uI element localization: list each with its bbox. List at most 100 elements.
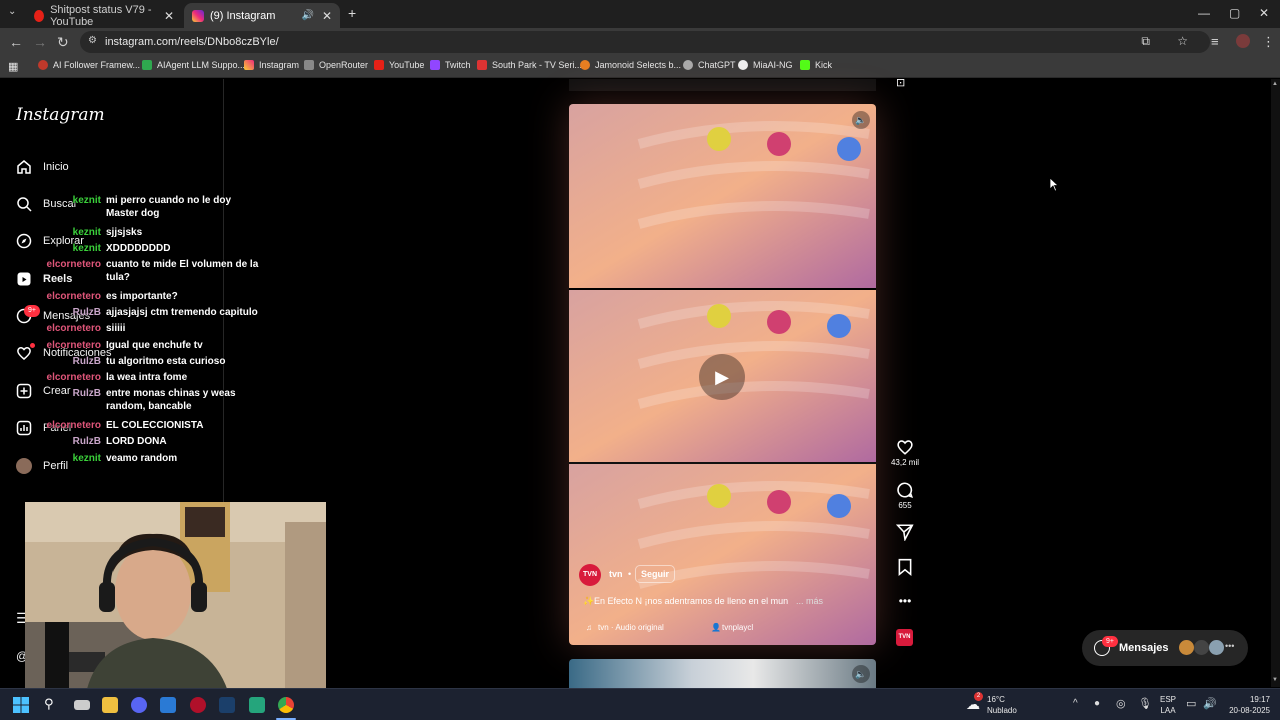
play-icon[interactable]: ▶ — [699, 354, 745, 400]
bookmark-icon — [898, 558, 912, 576]
close-window-icon[interactable]: ✕ — [1259, 6, 1269, 20]
bookmark-star-icon[interactable]: ☆ — [1177, 34, 1188, 48]
chat-message: elcornetero siiiii — [46, 323, 126, 334]
bookmark-item[interactable]: South Park - TV Seri... — [477, 60, 582, 70]
bookmark-item[interactable]: Twitch — [430, 60, 471, 70]
streamer-webcam — [25, 502, 326, 698]
reel-options-icon[interactable]: ⊡ — [896, 76, 905, 89]
address-bar[interactable]: ⚙ instagram.com/reels/DNbo8czBYle/ ⧉ ☆ — [80, 31, 1210, 53]
language-bottom[interactable]: LAA — [1158, 706, 1178, 716]
bookmark-item[interactable]: YouTube — [374, 60, 424, 70]
reload-icon[interactable]: ↻ — [57, 34, 69, 51]
sparkle-icon: ✨ — [583, 596, 595, 606]
nav-inicio[interactable]: Inicio — [15, 155, 69, 179]
language-top[interactable]: ESP — [1158, 695, 1178, 705]
weather-alert-badge: 2 — [974, 692, 983, 701]
bookmark-item[interactable]: Kick — [800, 60, 832, 70]
reel-video[interactable]: 🔈 ▶ TVN tvn • Seguir ✨ En Efecto N ¡nos … — [569, 104, 876, 645]
caption-more-link[interactable]: ... más — [796, 596, 823, 606]
avatar — [1209, 640, 1224, 655]
follow-button[interactable]: Seguir — [635, 565, 676, 583]
terminal-app-icon[interactable] — [249, 697, 265, 713]
save-button[interactable] — [890, 558, 920, 578]
account-name[interactable]: tvn — [609, 569, 623, 579]
chat-message: keznit veamo random — [72, 453, 178, 464]
bookmark-item[interactable]: Instagram — [244, 60, 299, 70]
tab-youtube[interactable]: Shitpost status V79 - YouTube ✕ — [26, 3, 182, 28]
forward-icon[interactable]: → — [33, 34, 47, 50]
site-info-icon[interactable]: ⚙ — [88, 35, 97, 46]
messages-pill[interactable]: 9+ Mensajes ••• — [1082, 630, 1248, 666]
maximize-icon[interactable]: ▢ — [1229, 6, 1240, 20]
steam-icon[interactable] — [219, 697, 235, 713]
windows-start-icon[interactable] — [13, 697, 29, 713]
comment-icon — [897, 482, 913, 498]
cast-icon[interactable]: ⧉ — [1141, 34, 1150, 49]
audio-toggle-icon[interactable]: 🔈 — [852, 111, 870, 129]
tab-instagram[interactable]: (9) Instagram 🔊 ✕ — [184, 3, 340, 28]
chrome-icon[interactable] — [278, 697, 294, 713]
menu-kebab-icon[interactable]: ⋮ — [1262, 34, 1275, 50]
music-note-icon: ♫ — [586, 623, 592, 632]
messages-badge: 9+ — [1102, 636, 1118, 647]
heart-icon — [897, 440, 913, 455]
new-tab-icon[interactable]: + — [348, 5, 356, 21]
file-explorer-icon[interactable] — [102, 697, 118, 713]
tab-title: Shitpost status V79 - YouTube — [50, 3, 152, 28]
close-tab-icon[interactable]: ✕ — [322, 9, 332, 23]
network-icon[interactable]: ▭ — [1186, 697, 1196, 710]
comment-button[interactable]: 655 — [890, 481, 920, 510]
weather-desc: Nublado — [987, 706, 1017, 715]
microphone-icon[interactable]: 🎙 — [1138, 697, 1152, 710]
chat-message: elcornetero cuanto te mide El volumen de … — [46, 259, 259, 283]
tray-overflow-icon[interactable]: ^ — [1073, 698, 1078, 709]
messages-label: Mensajes — [1119, 642, 1169, 654]
bookmark-item[interactable]: MiaAI-NG — [738, 60, 793, 70]
tab-title: (9) Instagram — [210, 9, 276, 22]
vscode-icon[interactable] — [160, 697, 176, 713]
stream-chat-overlay: keznit mi perro cuando no le doy Master d… — [0, 194, 280, 474]
speaker-icon[interactable]: 🔊 — [302, 10, 314, 21]
page-scrollbar[interactable]: ▲ ▼ — [1271, 79, 1280, 687]
back-icon[interactable]: ← — [9, 34, 23, 50]
send-icon — [895, 524, 914, 542]
next-reel-preview[interactable]: 🔈 — [569, 659, 876, 688]
share-button[interactable] — [890, 523, 920, 543]
minimize-icon[interactable]: — — [1198, 6, 1210, 20]
chat-message: keznit XDDDDDDDD — [72, 243, 171, 254]
apps-grid-icon[interactable]: ▦ — [8, 60, 18, 73]
audio-toggle-icon[interactable]: 🔈 — [852, 665, 870, 683]
tray-app-icon[interactable]: ● — [1094, 698, 1100, 709]
like-button[interactable]: 43,2 mil — [890, 438, 920, 467]
audio-attribution[interactable]: tvn · Audio original — [598, 623, 664, 632]
audio-thumbnail[interactable]: TVN — [896, 629, 913, 646]
bookmark-item[interactable]: AIAgent LLM Suppo... — [142, 60, 245, 70]
task-view-icon[interactable] — [74, 700, 90, 710]
bookmark-item[interactable]: AI Follower Framew... — [38, 60, 140, 70]
bookmark-item[interactable]: ChatGPT — [683, 60, 736, 70]
media-control-icon[interactable]: ≡ — [1211, 34, 1219, 49]
clock-date[interactable]: 20-08-2025 — [1222, 706, 1270, 716]
volume-icon[interactable]: 🔊 — [1203, 697, 1217, 710]
tagged-account[interactable]: tvnplaycl — [722, 623, 753, 632]
opera-icon[interactable] — [190, 697, 206, 713]
windows-taskbar: ⚲ ☁ 2 16°C Nublado ^ ● ◎ 🎙 ESP LAA ▭ 🔊 1… — [0, 688, 1280, 720]
more-options-icon[interactable]: ••• — [890, 594, 920, 608]
instagram-logo[interactable]: Instagram — [16, 105, 105, 125]
bookmark-item[interactable]: OpenRouter — [304, 60, 368, 70]
account-avatar[interactable]: TVN — [579, 564, 601, 586]
profile-avatar[interactable] — [1236, 34, 1250, 48]
clock-time[interactable]: 19:17 — [1224, 695, 1270, 705]
discord-icon[interactable] — [131, 697, 147, 713]
chat-message: elcornetero Igual que enchufe tv — [46, 340, 203, 351]
youtube-favicon-icon — [34, 9, 45, 22]
tab-search-chevron-icon[interactable]: ⌄ — [8, 6, 16, 17]
bookmark-item[interactable]: Jamonoid Selects b... — [580, 60, 681, 70]
search-icon[interactable]: ⚲ — [44, 696, 54, 712]
like-count: 43,2 mil — [890, 458, 919, 467]
chat-message: RulzB LORD DONA — [72, 436, 167, 447]
close-tab-icon[interactable]: ✕ — [164, 9, 174, 23]
mouse-cursor-icon — [1049, 177, 1059, 192]
previous-reel-edge — [569, 79, 876, 91]
tray-app-icon[interactable]: ◎ — [1116, 697, 1126, 710]
